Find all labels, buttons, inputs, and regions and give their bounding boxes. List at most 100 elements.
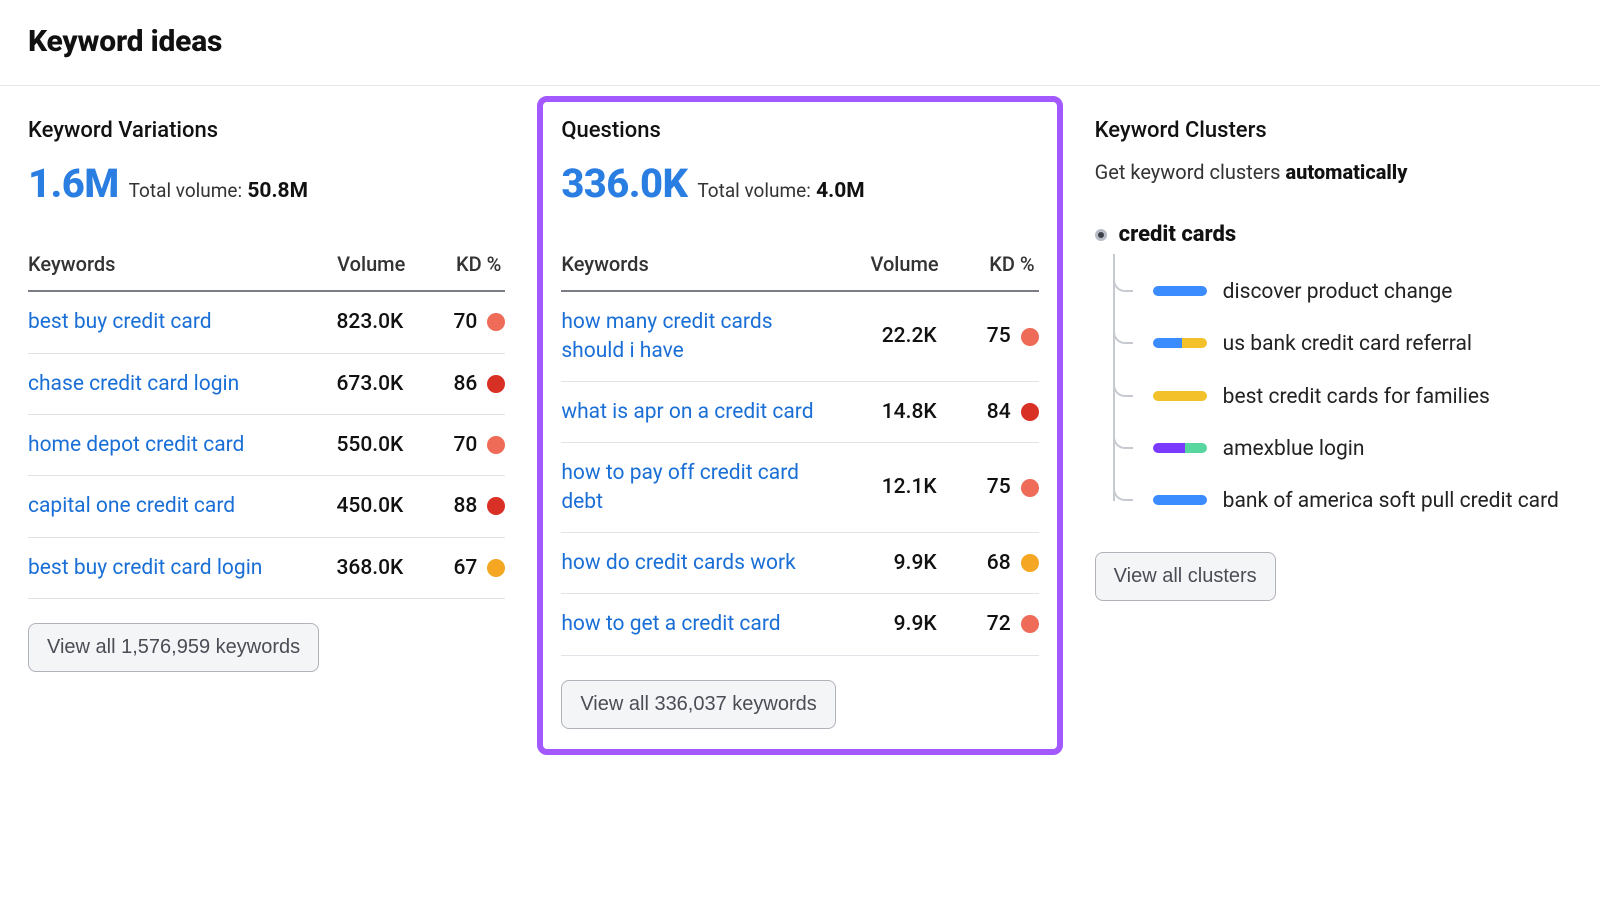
kd-cell: 88 [405,476,505,537]
variations-table: Keywords Volume KD % best buy credit car… [28,251,505,599]
table-row: best buy credit card login368.0K67 [28,537,505,598]
tree-branch-icon [1113,411,1133,449]
cluster-root[interactable]: credit cards [1095,220,1572,250]
view-all-clusters-button[interactable]: View all clusters [1095,552,1276,601]
col-header-kd: KD % [939,251,1039,291]
keyword-link[interactable]: best buy credit card [28,310,212,334]
cluster-item[interactable]: us bank credit card referral [1113,318,1572,370]
volume-cell: 450.0K [295,476,405,537]
keyword-cell: how to get a credit card [561,594,828,655]
section-divider [0,85,1600,86]
cluster-item-label: bank of america soft pull credit card [1223,487,1572,515]
kd-value: 75 [987,322,1011,350]
kd-cell: 86 [405,353,505,414]
difficulty-dot-icon [1021,554,1039,572]
panel-clusters: Keyword Clusters Get keyword clusters au… [1095,116,1572,601]
kd-cell: 84 [939,381,1039,442]
kd-cell: 72 [939,594,1039,655]
keyword-cell: what is apr on a credit card [561,381,828,442]
page-title: Keyword ideas [28,22,1572,63]
keyword-link[interactable]: how to pay off credit card debt [561,461,799,513]
cluster-root-label: credit cards [1119,220,1237,250]
keyword-cell: best buy credit card [28,291,295,353]
kd-cell: 70 [405,414,505,475]
col-header-keywords: Keywords [28,251,295,291]
keyword-cell: best buy credit card login [28,537,295,598]
volume-cell: 22.2K [829,291,939,381]
keyword-link[interactable]: best buy credit card login [28,556,262,580]
clusters-subtitle: Get keyword clusters automatically [1095,159,1572,186]
volume-cell: 9.9K [829,532,939,593]
difficulty-dot-icon [1021,615,1039,633]
table-row: capital one credit card 450.0K 88 [28,476,505,537]
variations-total-volume: Total volume: 50.8M [129,177,308,205]
keyword-link[interactable]: how do credit cards work [561,551,795,575]
volume-cell: 12.1K [829,443,939,533]
kd-value: 88 [453,492,477,520]
keyword-cell: how do credit cards work [561,532,828,593]
cluster-color-pill-icon [1153,286,1207,296]
keyword-cell: how to pay off credit card debt [561,443,828,533]
cluster-item-label: amexblue login [1223,435,1572,463]
kd-cell: 68 [939,532,1039,593]
keyword-link[interactable]: chase credit card login [28,372,239,396]
table-row: chase credit card login 673.0K 86 [28,353,505,414]
cluster-tree: discover product changeus bank credit ca… [1113,266,1572,528]
cluster-item[interactable]: amexblue login [1113,423,1572,475]
volume-cell: 823.0K [295,291,405,353]
table-row: what is apr on a credit card 14.8K84 [561,381,1038,442]
tree-branch-icon [1113,306,1133,344]
difficulty-dot-icon [1021,328,1039,346]
volume-cell: 368.0K [295,537,405,598]
questions-total-volume: Total volume: 4.0M [697,177,864,205]
panel-questions: Questions 336.0K Total volume: 4.0M Keyw… [561,116,1038,735]
table-row: how to pay off credit card debt 12.1K 75 [561,443,1038,533]
tree-branch-icon [1113,359,1133,397]
cluster-color-pill-icon [1153,443,1207,453]
view-all-questions-button[interactable]: View all 336,037 keywords [561,680,835,729]
table-row: how many credit cards should i have 22.2K… [561,291,1038,381]
keyword-link[interactable]: capital one credit card [28,494,235,518]
cluster-item[interactable]: bank of america soft pull credit card [1113,475,1572,527]
cluster-item[interactable]: discover product change [1113,266,1572,318]
difficulty-dot-icon [487,497,505,515]
table-row: how to get a credit card 9.9K 72 [561,594,1038,655]
volume-cell: 9.9K [829,594,939,655]
kd-cell: 70 [405,291,505,353]
kd-value: 70 [453,431,477,459]
keyword-cell: chase credit card login [28,353,295,414]
col-header-volume: Volume [295,251,405,291]
difficulty-dot-icon [487,313,505,331]
panel-variations: Keyword Variations 1.6M Total volume: 50… [28,116,505,672]
table-row: best buy credit card 823.0K 70 [28,291,505,353]
kd-value: 86 [453,370,477,398]
keyword-cell: capital one credit card [28,476,295,537]
keyword-link[interactable]: home depot credit card [28,433,244,457]
kd-value: 75 [987,473,1011,501]
view-all-variations-button[interactable]: View all 1,576,959 keywords [28,623,319,672]
difficulty-dot-icon [1021,403,1039,421]
difficulty-dot-icon [1021,479,1039,497]
cluster-item-label: best credit cards for families [1223,383,1572,411]
questions-stats-row: 336.0K Total volume: 4.0M [561,157,1038,211]
kd-value: 72 [987,610,1011,638]
kd-value: 70 [453,308,477,336]
table-row: how do credit cards work 9.9K68 [561,532,1038,593]
cluster-item[interactable]: best credit cards for families [1113,371,1572,423]
panel-title-variations: Keyword Variations [28,116,505,146]
difficulty-dot-icon [487,559,505,577]
keyword-link[interactable]: how to get a credit card [561,612,780,636]
col-header-keywords: Keywords [561,251,828,291]
keyword-link[interactable]: how many credit cards should i have [561,310,772,362]
panel-title-clusters: Keyword Clusters [1095,116,1572,146]
keyword-link[interactable]: what is apr on a credit card [561,400,813,424]
keyword-cell: home depot credit card [28,414,295,475]
volume-cell: 550.0K [295,414,405,475]
tree-branch-icon [1113,254,1133,292]
volume-cell: 14.8K [829,381,939,442]
volume-cell: 673.0K [295,353,405,414]
col-header-kd: KD % [405,251,505,291]
variations-count: 1.6M [28,157,119,211]
panel-title-questions: Questions [561,116,1038,146]
tree-branch-icon [1113,463,1133,501]
